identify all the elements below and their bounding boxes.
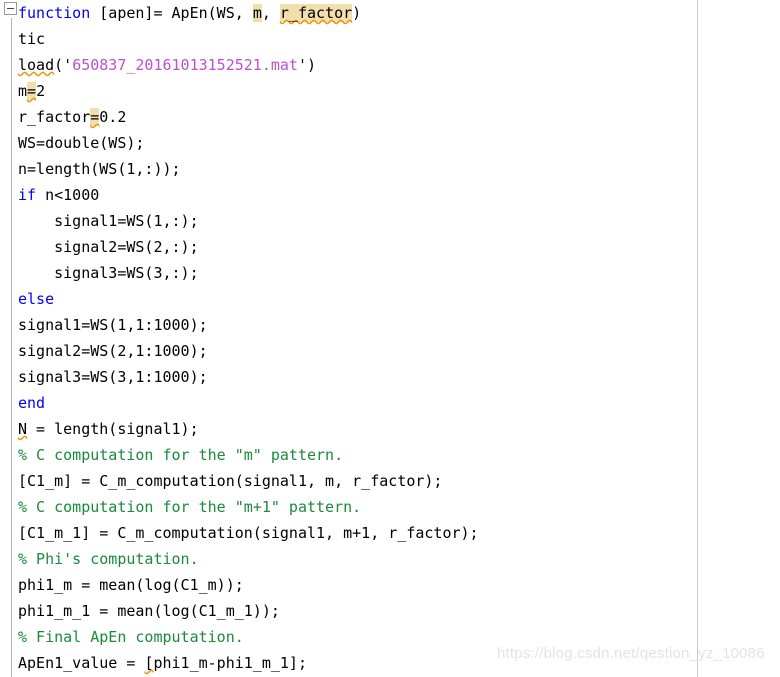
token-value-m: 2 bbox=[36, 82, 46, 100]
token-paren-open-3: (' bbox=[54, 56, 73, 74]
token-line-6: WS=double(WS); bbox=[18, 134, 145, 152]
code-line-8[interactable]: if n<1000 bbox=[0, 182, 697, 208]
token-string-matfile: 650837_20161013152521.mat bbox=[72, 56, 298, 74]
token-keyword-function: function bbox=[18, 4, 91, 22]
token-comma-1: , bbox=[261, 4, 280, 22]
token-line-15: signal3=WS(3,1:1000); bbox=[18, 368, 208, 386]
code-line-9[interactable]: signal1=WS(1,:); bbox=[0, 208, 697, 234]
code-line-7[interactable]: n=length(WS(1,:)); bbox=[0, 156, 697, 182]
token-comment-22: % Phi's computation. bbox=[18, 550, 199, 568]
token-highlight-r-factor[interactable]: r_factor bbox=[279, 4, 353, 22]
code-line-14[interactable]: signal2=WS(2,1:1000); bbox=[0, 338, 697, 364]
code-line-21[interactable]: [C1_m_1] = C_m_computation(signal1, m+1,… bbox=[0, 520, 697, 546]
code-line-3[interactable]: load('650837_20161013152521.mat') bbox=[0, 52, 697, 78]
token-line-10: signal2=WS(2,:); bbox=[18, 238, 199, 256]
token-signature-prefix: [apen]= ApEn(WS, bbox=[90, 4, 253, 22]
token-line-11: signal3=WS(3,:); bbox=[18, 264, 199, 282]
code-line-2[interactable]: tic bbox=[0, 26, 697, 52]
code-line-1[interactable]: function [apen]= ApEn(WS, m, r_factor) bbox=[0, 0, 697, 26]
token-var-m: m bbox=[18, 82, 28, 100]
code-line-20[interactable]: % C computation for the "m+1" pattern. bbox=[0, 494, 697, 520]
token-keyword-if: if bbox=[18, 186, 37, 204]
token-line-26-rest: phi1_m-phi1_m_1]; bbox=[153, 654, 307, 672]
token-line-9: signal1=WS(1,:); bbox=[18, 212, 199, 230]
code-editor-pane[interactable]: function [apen]= ApEn(WS, m, r_factor) t… bbox=[0, 0, 780, 677]
code-line-25[interactable]: % Final ApEn computation. bbox=[0, 624, 697, 650]
token-var-r-factor: r_factor bbox=[18, 108, 91, 126]
code-line-4[interactable]: m=2 bbox=[0, 78, 697, 104]
code-line-24[interactable]: phi1_m_1 = mean(log(C1_m_1)); bbox=[0, 598, 697, 624]
token-line-21: [C1_m_1] = C_m_computation(signal1, m+1,… bbox=[18, 524, 479, 542]
code-line-18[interactable]: % C computation for the "m" pattern. bbox=[0, 442, 697, 468]
code-line-22[interactable]: % Phi's computation. bbox=[0, 546, 697, 572]
code-line-26[interactable]: ApEn1_value = [phi1_m-phi1_m_1]; bbox=[0, 650, 697, 676]
code-line-16[interactable]: end bbox=[0, 390, 697, 416]
token-if-condition: n<1000 bbox=[36, 186, 100, 204]
token-line-23: phi1_m = mean(log(C1_m)); bbox=[18, 576, 244, 594]
token-line-26-prefix: ApEn1_value = bbox=[18, 654, 145, 672]
token-var-N: N bbox=[18, 420, 28, 438]
token-keyword-else: else bbox=[18, 290, 55, 308]
code-line-12[interactable]: else bbox=[0, 286, 697, 312]
code-line-23[interactable]: phi1_m = mean(log(C1_m)); bbox=[0, 572, 697, 598]
token-keyword-end: end bbox=[18, 394, 46, 412]
token-load-function: load bbox=[18, 56, 55, 74]
token-highlight-m[interactable]: m bbox=[252, 4, 262, 22]
token-value-r-factor: 0.2 bbox=[99, 108, 127, 126]
token-line-19: [C1_m] = C_m_computation(signal1, m, r_f… bbox=[18, 472, 443, 490]
token-line-13: signal1=WS(1,1:1000); bbox=[18, 316, 208, 334]
code-line-15[interactable]: signal3=WS(3,1:1000); bbox=[0, 364, 697, 390]
token-comment-20: % C computation for the "m+1" pattern. bbox=[18, 498, 362, 516]
code-line-13[interactable]: signal1=WS(1,1:1000); bbox=[0, 312, 697, 338]
token-paren-close-3: ') bbox=[297, 56, 317, 74]
code-line-19[interactable]: [C1_m] = C_m_computation(signal1, m, r_f… bbox=[0, 468, 697, 494]
token-paren-close-1: ) bbox=[352, 4, 362, 22]
token-line-17-rest: = length(signal1); bbox=[27, 420, 199, 438]
code-line-10[interactable]: signal2=WS(2,:); bbox=[0, 234, 697, 260]
token-comment-25: % Final ApEn computation. bbox=[18, 628, 244, 646]
pane-divider bbox=[697, 0, 698, 677]
code-line-11[interactable]: signal3=WS(3,:); bbox=[0, 260, 697, 286]
code-line-6[interactable]: WS=double(WS); bbox=[0, 130, 697, 156]
code-content[interactable]: function [apen]= ApEn(WS, m, r_factor) t… bbox=[0, 0, 697, 676]
token-tic: tic bbox=[18, 30, 46, 48]
token-comment-18: % C computation for the "m" pattern. bbox=[18, 446, 344, 464]
code-line-17[interactable]: N = length(signal1); bbox=[0, 416, 697, 442]
code-line-5[interactable]: r_factor=0.2 bbox=[0, 104, 697, 130]
token-assign-4: = bbox=[27, 82, 37, 100]
token-assign-5: = bbox=[90, 108, 100, 126]
token-line-7: n=length(WS(1,:)); bbox=[18, 160, 181, 178]
token-line-24: phi1_m_1 = mean(log(C1_m_1)); bbox=[18, 602, 280, 620]
token-line-14: signal2=WS(2,1:1000); bbox=[18, 342, 208, 360]
